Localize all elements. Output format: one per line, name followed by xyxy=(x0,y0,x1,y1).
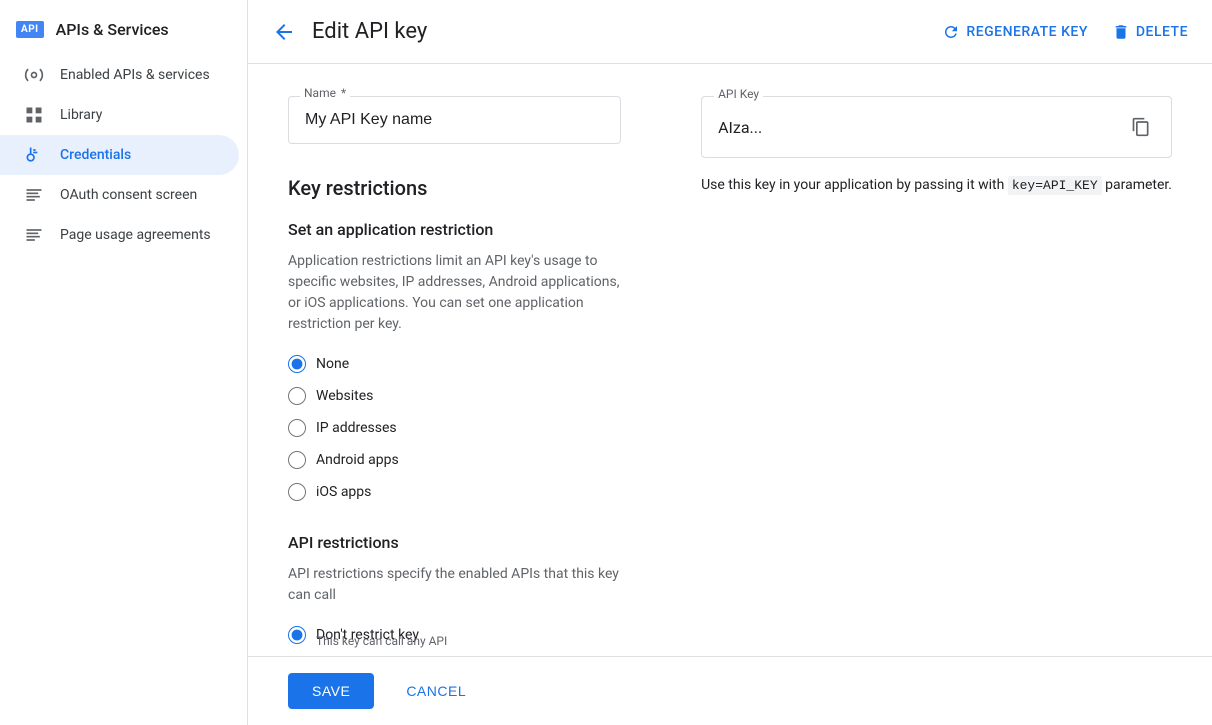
name-field-group: Name * xyxy=(288,96,621,144)
sidebar-item-oauth-consent[interactable]: OAuth consent screen xyxy=(0,175,239,215)
sidebar-item-credentials[interactable]: Credentials xyxy=(0,135,239,175)
sidebar-item-credentials-label: Credentials xyxy=(60,147,131,163)
radio-none-label: None xyxy=(316,356,349,372)
radio-websites-label: Websites xyxy=(316,388,373,404)
key-restrictions-section: Key restrictions Set an application rest… xyxy=(288,176,621,656)
api-restriction-desc: API restrictions specify the enabled API… xyxy=(288,564,621,606)
app-restriction-desc: Application restrictions limit an API ke… xyxy=(288,251,621,335)
copy-api-key-button[interactable] xyxy=(1127,113,1155,141)
name-input[interactable] xyxy=(288,96,621,144)
api-key-label: API Key xyxy=(714,87,763,101)
right-column: API Key AIza... Use this key in your app… xyxy=(701,96,1172,624)
api-restriction-radio-group: Don't restrict key This key can call any… xyxy=(288,626,621,656)
footer-actions: SAVE CANCEL xyxy=(248,656,1212,725)
api-restriction-subsection: API restrictions API restrictions specif… xyxy=(288,533,621,656)
radio-ip-addresses-input[interactable] xyxy=(288,419,306,437)
sidebar-item-enabled-apis[interactable]: Enabled APIs & services xyxy=(0,55,239,95)
api-key-row: AIza... xyxy=(718,113,1155,141)
api-key-help-suffix: parameter. xyxy=(1102,177,1172,193)
radio-ip-addresses[interactable]: IP addresses xyxy=(288,419,621,437)
sidebar-item-oauth-consent-label: OAuth consent screen xyxy=(60,187,197,203)
delete-button[interactable]: DELETE xyxy=(1112,23,1188,41)
api-key-help-prefix: Use this key in your application by pass… xyxy=(701,177,1008,193)
save-button[interactable]: SAVE xyxy=(288,673,374,709)
sidebar-item-enabled-apis-label: Enabled APIs & services xyxy=(60,67,210,83)
radio-none-input[interactable] xyxy=(288,355,306,373)
content-area: Name * Key restrictions Set an applicati… xyxy=(248,64,1212,656)
left-column: Name * Key restrictions Set an applicati… xyxy=(288,96,621,624)
radio-dont-restrict-sub: This key can call any API xyxy=(316,634,621,648)
delete-label: DELETE xyxy=(1136,24,1188,40)
app-logo: API xyxy=(16,21,44,38)
radio-android-apps-input[interactable] xyxy=(288,451,306,469)
sidebar: API APIs & Services Enabled APIs & servi… xyxy=(0,0,248,725)
radio-ios-apps[interactable]: iOS apps xyxy=(288,483,621,501)
api-key-help: Use this key in your application by pass… xyxy=(701,174,1172,197)
radio-android-apps-label: Android apps xyxy=(316,452,399,468)
regenerate-key-label: REGENERATE KEY xyxy=(966,24,1087,40)
sidebar-item-page-usage-label: Page usage agreements xyxy=(60,227,211,243)
library-icon xyxy=(24,105,44,125)
api-key-help-code: key=API_KEY xyxy=(1008,176,1102,195)
sidebar-header: API APIs & Services xyxy=(0,8,247,55)
topbar: Edit API key REGENERATE KEY DELETE xyxy=(248,0,1212,64)
app-restriction-radio-group: None Websites IP addresses Android xyxy=(288,355,621,501)
radio-android-apps[interactable]: Android apps xyxy=(288,451,621,469)
radio-none[interactable]: None xyxy=(288,355,621,373)
app-restriction-subsection: Set an application restriction Applicati… xyxy=(288,220,621,501)
regenerate-key-button[interactable]: REGENERATE KEY xyxy=(942,23,1087,41)
oauth-consent-icon xyxy=(24,185,44,205)
app-restriction-title: Set an application restriction xyxy=(288,220,621,239)
credentials-icon xyxy=(24,145,44,165)
sidebar-item-library[interactable]: Library xyxy=(0,95,239,135)
sidebar-item-library-label: Library xyxy=(60,107,102,123)
api-key-value: AIza... xyxy=(718,118,762,137)
radio-dont-restrict-input[interactable] xyxy=(288,626,306,644)
main-area: Edit API key REGENERATE KEY DELETE Name … xyxy=(248,0,1212,725)
page-usage-icon xyxy=(24,225,44,245)
enabled-apis-icon xyxy=(24,65,44,85)
page-title: Edit API key xyxy=(312,19,926,44)
radio-ip-addresses-label: IP addresses xyxy=(316,420,397,436)
api-restriction-title: API restrictions xyxy=(288,533,621,552)
radio-websites[interactable]: Websites xyxy=(288,387,621,405)
back-button[interactable] xyxy=(272,20,296,44)
api-key-box: API Key AIza... xyxy=(701,96,1172,158)
name-field-label: Name * xyxy=(300,86,350,100)
app-title: APIs & Services xyxy=(56,20,169,39)
radio-ios-apps-label: iOS apps xyxy=(316,484,371,500)
key-restrictions-title: Key restrictions xyxy=(288,176,621,200)
radio-websites-input[interactable] xyxy=(288,387,306,405)
dont-restrict-group: Don't restrict key This key can call any… xyxy=(288,626,621,648)
topbar-actions: REGENERATE KEY DELETE xyxy=(942,23,1188,41)
radio-ios-apps-input[interactable] xyxy=(288,483,306,501)
sidebar-item-page-usage[interactable]: Page usage agreements xyxy=(0,215,239,255)
cancel-button[interactable]: CANCEL xyxy=(390,673,482,709)
